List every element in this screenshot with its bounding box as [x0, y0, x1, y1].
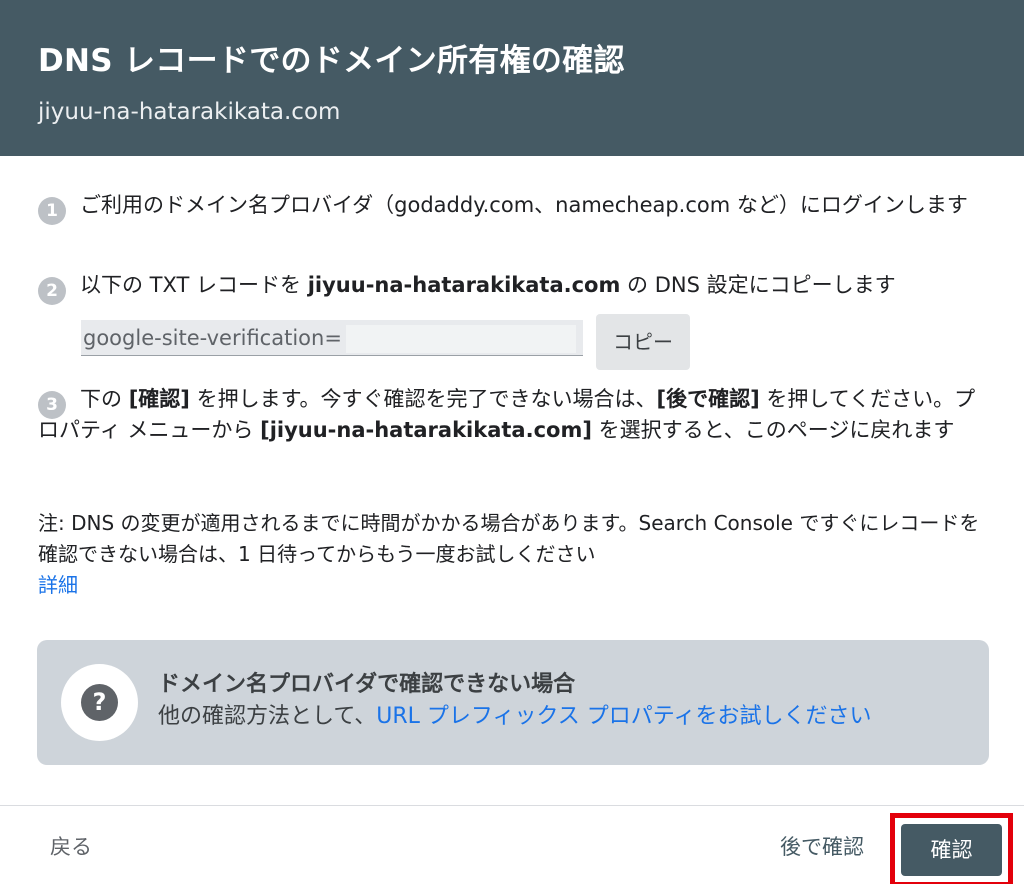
details-link[interactable]: 詳細: [38, 570, 78, 601]
step-3-text: 下の [確認] を押します。今すぐ確認を完了できない場合は、[後で確認] を押し…: [38, 384, 988, 446]
alternative-method-subtitle: 他の確認方法として、URL プレフィックス プロパティをお試しください: [158, 702, 871, 732]
step-1-text: ご利用のドメイン名プロバイダ（godaddy.com、namecheap.com…: [80, 193, 968, 217]
step-3-property-ref: [jiyuu-na-hatarakikata.com]: [260, 418, 592, 442]
step-2-domain: jiyuu-na-hatarakikata.com: [307, 273, 621, 297]
dns-propagation-note: 注: DNS の変更が適用されるまでに時間がかかる場合があります。Search …: [38, 511, 980, 566]
step-3-part2: を押します。今すぐ確認を完了できない場合は、: [189, 387, 657, 411]
step-3-part1: 下の: [80, 387, 129, 411]
question-icon: ?: [81, 684, 118, 721]
step-number-2: 2: [38, 277, 66, 305]
dialog-header: DNS レコードでのドメイン所有権の確認 jiyuu-na-hatarakika…: [0, 0, 1024, 156]
dialog-subtitle-domain: jiyuu-na-hatarakikata.com: [38, 99, 341, 125]
url-prefix-property-link[interactable]: URL プレフィックス プロパティをお試しください: [376, 704, 871, 729]
alternative-method-title: ドメイン名プロバイダで確認できない場合: [158, 672, 576, 697]
dialog-footer: 戻る 後で確認 確認: [0, 805, 1024, 884]
step-number-1: 1: [38, 197, 66, 225]
icon-circle: ?: [61, 664, 138, 741]
txt-record-value: google-site-verification=: [83, 326, 342, 350]
dialog-title: DNS レコードでのドメイン所有権の確認: [38, 43, 625, 79]
redacted-token: [345, 325, 576, 353]
txt-record-row: google-site-verification= コピー: [81, 314, 701, 372]
verify-later-button[interactable]: 後で確認: [780, 832, 864, 862]
step-3: 3 下の [確認] を押します。今すぐ確認を完了できない場合は、[後で確認] を…: [38, 384, 988, 446]
step-2-text-before: 以下の TXT レコードを: [80, 273, 308, 297]
alternative-method-subtitle-text: 他の確認方法として、: [158, 704, 377, 729]
back-button[interactable]: 戻る: [50, 832, 92, 862]
step-2: 2 以下の TXT レコードを jiyuu-na-hatarakikata.co…: [38, 270, 988, 305]
verify-dns-dialog: DNS レコードでのドメイン所有権の確認 jiyuu-na-hatarakika…: [0, 0, 1024, 884]
step-3-verify-ref: [確認]: [128, 387, 190, 411]
verify-button[interactable]: 確認: [901, 824, 1002, 876]
step-2-text: 以下の TXT レコードを jiyuu-na-hatarakikata.com …: [38, 270, 988, 301]
copy-button[interactable]: コピー: [596, 314, 690, 370]
step-1: 1 ご利用のドメイン名プロバイダ（godaddy.com、namecheap.c…: [38, 190, 988, 225]
txt-record-field[interactable]: google-site-verification=: [81, 320, 583, 356]
alternative-method-box: ? ドメイン名プロバイダで確認できない場合 他の確認方法として、URL プレフィ…: [37, 640, 989, 765]
step-3-part4: を選択すると、このページに戻れます: [591, 418, 955, 442]
step-number-3: 3: [38, 391, 66, 419]
highlight-frame: 確認: [890, 813, 1013, 884]
step-2-text-after: の DNS 設定にコピーします: [620, 273, 896, 297]
step-3-later-ref: [後で確認]: [656, 387, 760, 411]
